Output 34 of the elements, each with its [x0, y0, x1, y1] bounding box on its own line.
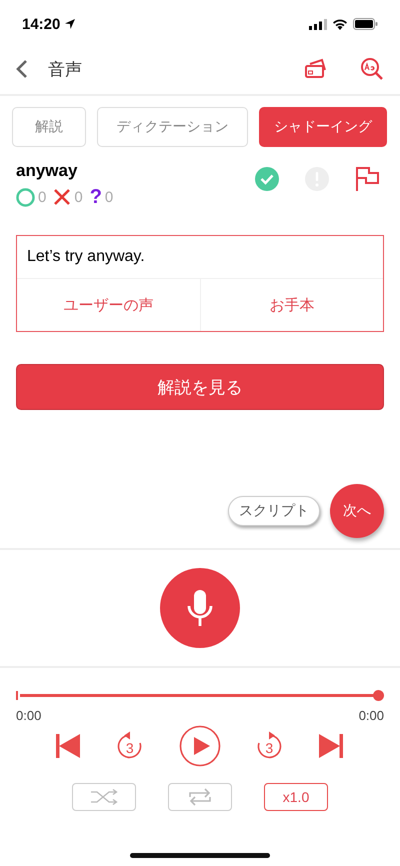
- question-mark: ?: [90, 187, 102, 207]
- mode-tab[interactable]: 解説: [12, 107, 86, 147]
- skip-back-icon[interactable]: [55, 734, 81, 758]
- forward-button[interactable]: 3: [255, 731, 284, 761]
- cards-icon[interactable]: [304, 58, 328, 80]
- location-icon: [65, 19, 76, 29]
- play-icon[interactable]: [178, 725, 220, 767]
- explanation-button[interactable]: 解説を見る: [16, 364, 384, 410]
- wifi-icon: [332, 18, 348, 30]
- signal-icon: [309, 18, 327, 30]
- count-value: 0: [104, 188, 114, 206]
- script-button[interactable]: スクリプト: [228, 496, 320, 526]
- back-icon[interactable]: [16, 59, 28, 79]
- progress-thumb[interactable]: [373, 690, 384, 701]
- total-time: 0:00: [358, 708, 384, 723]
- mode-tab[interactable]: シャドーイング: [259, 107, 387, 147]
- flag-icon[interactable]: [354, 166, 380, 192]
- repeat-icon: [187, 787, 213, 807]
- dictionary-search-icon[interactable]: [360, 57, 384, 81]
- skip-forward-icon[interactable]: [318, 734, 344, 758]
- status-time: 14:20: [22, 16, 60, 32]
- check-icon[interactable]: [254, 166, 280, 192]
- page-title: 音声: [48, 58, 82, 80]
- count-value: 0: [74, 188, 83, 206]
- count-value: 0: [38, 188, 46, 206]
- speed-button[interactable]: x1.0: [264, 783, 328, 811]
- microphone-icon: [185, 588, 215, 628]
- rewind-button[interactable]: 3: [116, 731, 144, 761]
- mode-tab[interactable]: ディクテーション: [97, 107, 248, 147]
- word-title: anyway: [16, 161, 78, 181]
- next-button[interactable]: 次へ: [330, 484, 384, 538]
- battery-icon: [353, 18, 378, 30]
- elapsed-time: 0:00: [16, 708, 42, 723]
- shuffle-icon: [89, 789, 119, 805]
